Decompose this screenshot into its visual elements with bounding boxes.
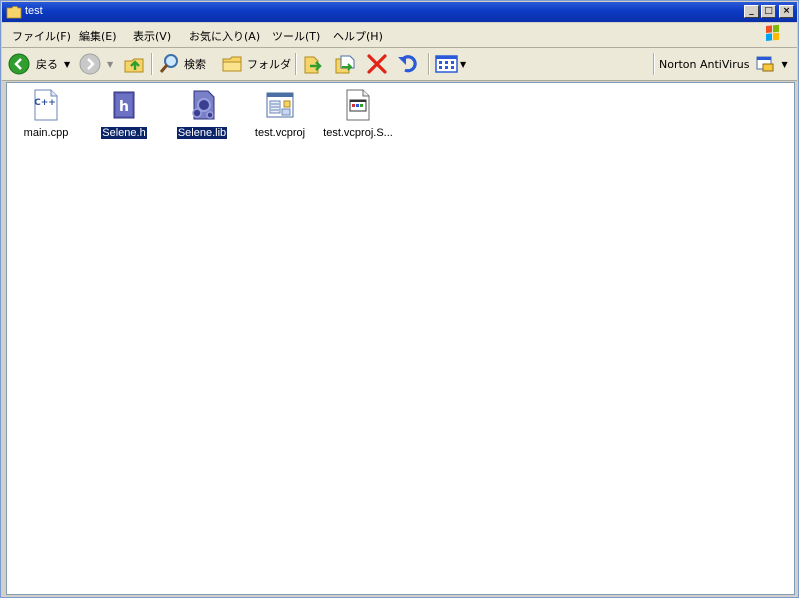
menu-tools[interactable]: ツール(T) (272, 28, 320, 44)
delete-icon (367, 54, 387, 74)
title-bar[interactable]: test _ □ × (2, 2, 797, 22)
forward-button[interactable]: ▼ (79, 52, 113, 76)
norton-antivirus-button[interactable]: Norton AntiVirus ▼ (659, 52, 788, 76)
search-icon (159, 54, 178, 73)
svg-text:C++: C++ (34, 98, 56, 108)
back-button[interactable]: 戻る ▼ (8, 52, 70, 76)
maximize-button[interactable]: □ (761, 5, 776, 18)
move-to-button[interactable] (302, 52, 326, 76)
norton-label: Norton AntiVirus (659, 57, 750, 71)
views-icon (435, 55, 458, 73)
windows-logo-icon (757, 24, 787, 46)
file-name: Selene.h (100, 126, 148, 140)
file-item[interactable]: test.vcproj (239, 89, 321, 139)
menu-help[interactable]: ヘルプ(H) (333, 28, 383, 44)
move-to-icon (304, 56, 322, 74)
file-item[interactable]: C++ main.cpp (5, 89, 87, 139)
close-button[interactable]: × (779, 5, 794, 18)
file-item[interactable]: h Selene.h (83, 89, 165, 140)
chevron-down-icon[interactable]: ▼ (460, 60, 466, 69)
vcproj-file-icon (266, 92, 294, 118)
cpp-file-icon: C++ (34, 89, 58, 121)
file-list-pane[interactable]: C++ main.cpp h Selene.h Selene.lib test.… (6, 82, 795, 595)
file-name: test.vcproj.S... (323, 127, 393, 139)
menu-favorites[interactable]: お気に入り(A) (189, 28, 260, 44)
toolbar-separator (428, 53, 430, 75)
forward-arrow-icon (79, 53, 101, 75)
norton-icon (756, 56, 774, 72)
toolbar-separator (295, 53, 297, 75)
chevron-down-icon[interactable]: ▼ (781, 60, 787, 69)
copy-to-icon (335, 55, 355, 74)
file-name: test.vcproj (254, 127, 306, 139)
toolbar: 戻る ▼ ▼ 検索 フォルダ ▼ Norton AntiVirus ▼ (2, 48, 797, 81)
back-label: 戻る (36, 58, 58, 71)
file-item[interactable]: test.vcproj.S... (317, 89, 399, 139)
file-name: Selene.lib (175, 126, 229, 140)
window-title: test (25, 5, 43, 17)
folders-button[interactable]: フォルダ (221, 52, 291, 76)
menu-file[interactable]: ファイル(F) (12, 28, 71, 44)
search-button[interactable]: 検索 (158, 52, 206, 76)
views-button[interactable]: ▼ (435, 52, 466, 76)
up-folder-icon (124, 58, 144, 73)
folder-icon (6, 6, 22, 19)
chevron-down-icon[interactable]: ▼ (107, 60, 113, 69)
chevron-down-icon[interactable]: ▼ (64, 60, 70, 69)
menu-edit[interactable]: 編集(E) (79, 28, 117, 44)
settings-file-icon (346, 89, 370, 121)
copy-to-button[interactable] (333, 52, 357, 76)
up-folder-button[interactable] (123, 52, 145, 76)
delete-button[interactable] (366, 52, 388, 76)
folders-label: フォルダ (247, 58, 291, 71)
minimize-button[interactable]: _ (744, 5, 759, 18)
h-file-icon: h (113, 91, 135, 119)
folders-icon (222, 56, 242, 72)
toolbar-separator (653, 53, 655, 75)
undo-icon (398, 55, 417, 73)
explorer-window: test _ □ × ファイル(F) 編集(E) 表示(V) お気に入り(A) … (0, 0, 799, 598)
svg-text:h: h (119, 99, 129, 115)
search-label: 検索 (184, 58, 206, 71)
lib-file-icon (192, 90, 215, 120)
toolbar-separator (151, 53, 153, 75)
file-item[interactable]: Selene.lib (161, 89, 243, 140)
undo-button[interactable] (397, 52, 419, 76)
back-arrow-icon (8, 53, 30, 75)
file-name: main.cpp (23, 127, 69, 139)
menu-bar: ファイル(F) 編集(E) 表示(V) お気に入り(A) ツール(T) ヘルプ(… (2, 23, 797, 48)
menu-view[interactable]: 表示(V) (133, 28, 171, 44)
